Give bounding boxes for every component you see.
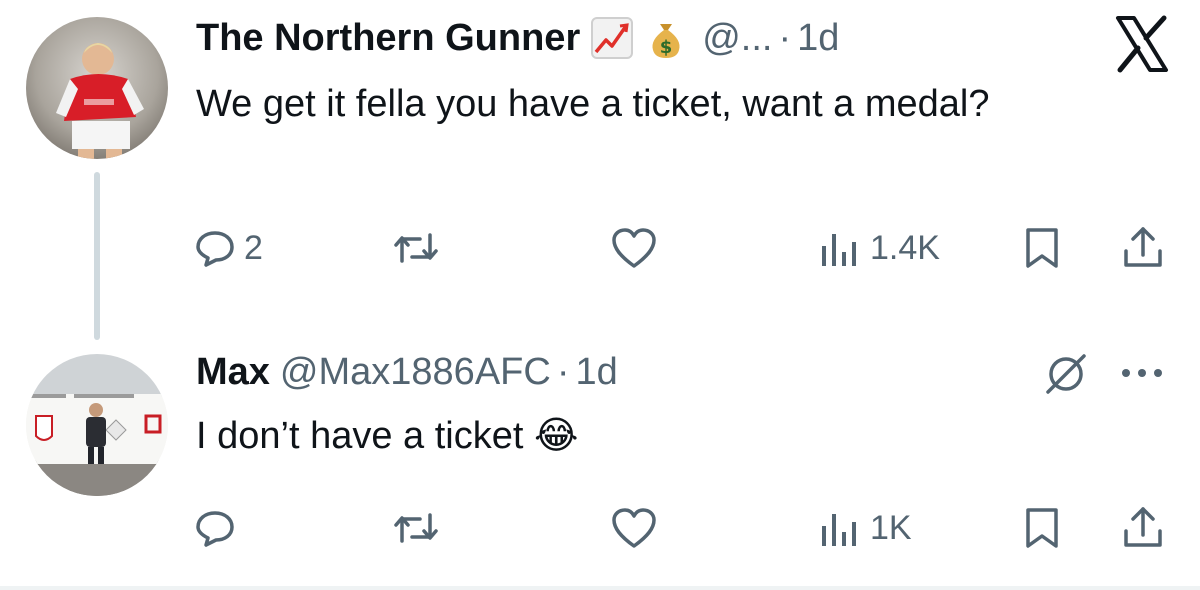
analytics-icon [822,514,856,546]
author-name[interactable]: Max [196,350,270,394]
bookmark-icon [1026,228,1058,268]
views-button[interactable]: 1.4K [818,218,940,278]
tweet-2[interactable]: Max @Max1886AFC · 1d I don’t have a tick… [0,320,1200,590]
tweet-actions: 2 1.4K [0,218,1200,278]
author-handle[interactable]: @... [702,16,772,60]
more-options-icon[interactable] [1116,358,1168,388]
timestamp[interactable]: 1d [797,16,839,60]
reply-button[interactable] [194,498,244,558]
tweet-header: The Northern Gunner $ @... · 1d [196,16,839,60]
like-button[interactable] [610,218,666,278]
money-bag-emoji-icon: $ [644,16,688,60]
retweet-button[interactable] [392,218,448,278]
chart-increasing-emoji-icon [590,16,634,60]
reply-icon [196,231,234,267]
author-handle[interactable]: @Max1886AFC [280,350,551,394]
share-button[interactable] [1120,218,1166,278]
tweet-1[interactable]: The Northern Gunner $ @... · 1d We get i… [0,0,1200,340]
grok-icon[interactable] [1042,350,1090,398]
avatar[interactable] [26,17,168,159]
author-name[interactable]: The Northern Gunner [196,16,580,60]
reply-count: 2 [244,228,263,267]
stadium-photo [26,394,168,496]
bookmark-icon [1026,508,1058,548]
retweet-icon [394,513,438,543]
view-count: 1K [870,508,912,547]
tweet-text: We get it fella you have a ticket, want … [196,83,990,125]
heart-icon [612,228,656,268]
footballer-photo [56,43,144,159]
bookmark-button[interactable] [1022,218,1062,278]
separator-dot: · [556,351,570,393]
separator-dot: · [778,17,792,59]
tweet-text: I don’t have a ticket 😂 [196,415,579,457]
timestamp[interactable]: 1d [575,350,617,394]
like-button[interactable] [610,498,666,558]
share-icon [1124,507,1162,547]
views-button[interactable]: 1K [818,498,912,558]
tweet-header: Max @Max1886AFC · 1d [196,350,618,394]
heart-icon [612,508,656,548]
svg-text:$: $ [660,37,673,58]
retweet-button[interactable] [392,498,448,558]
x-logo-icon [1116,15,1168,73]
retweet-icon [394,233,438,263]
reply-button[interactable]: 2 [194,218,263,278]
share-button[interactable] [1120,498,1166,558]
divider [0,586,1200,590]
avatar[interactable] [26,354,168,496]
share-icon [1124,227,1162,267]
analytics-icon [822,234,856,266]
bookmark-button[interactable] [1022,498,1062,558]
reply-icon [196,511,234,547]
tweet-actions: 1K [0,498,1200,558]
view-count: 1.4K [870,228,940,267]
